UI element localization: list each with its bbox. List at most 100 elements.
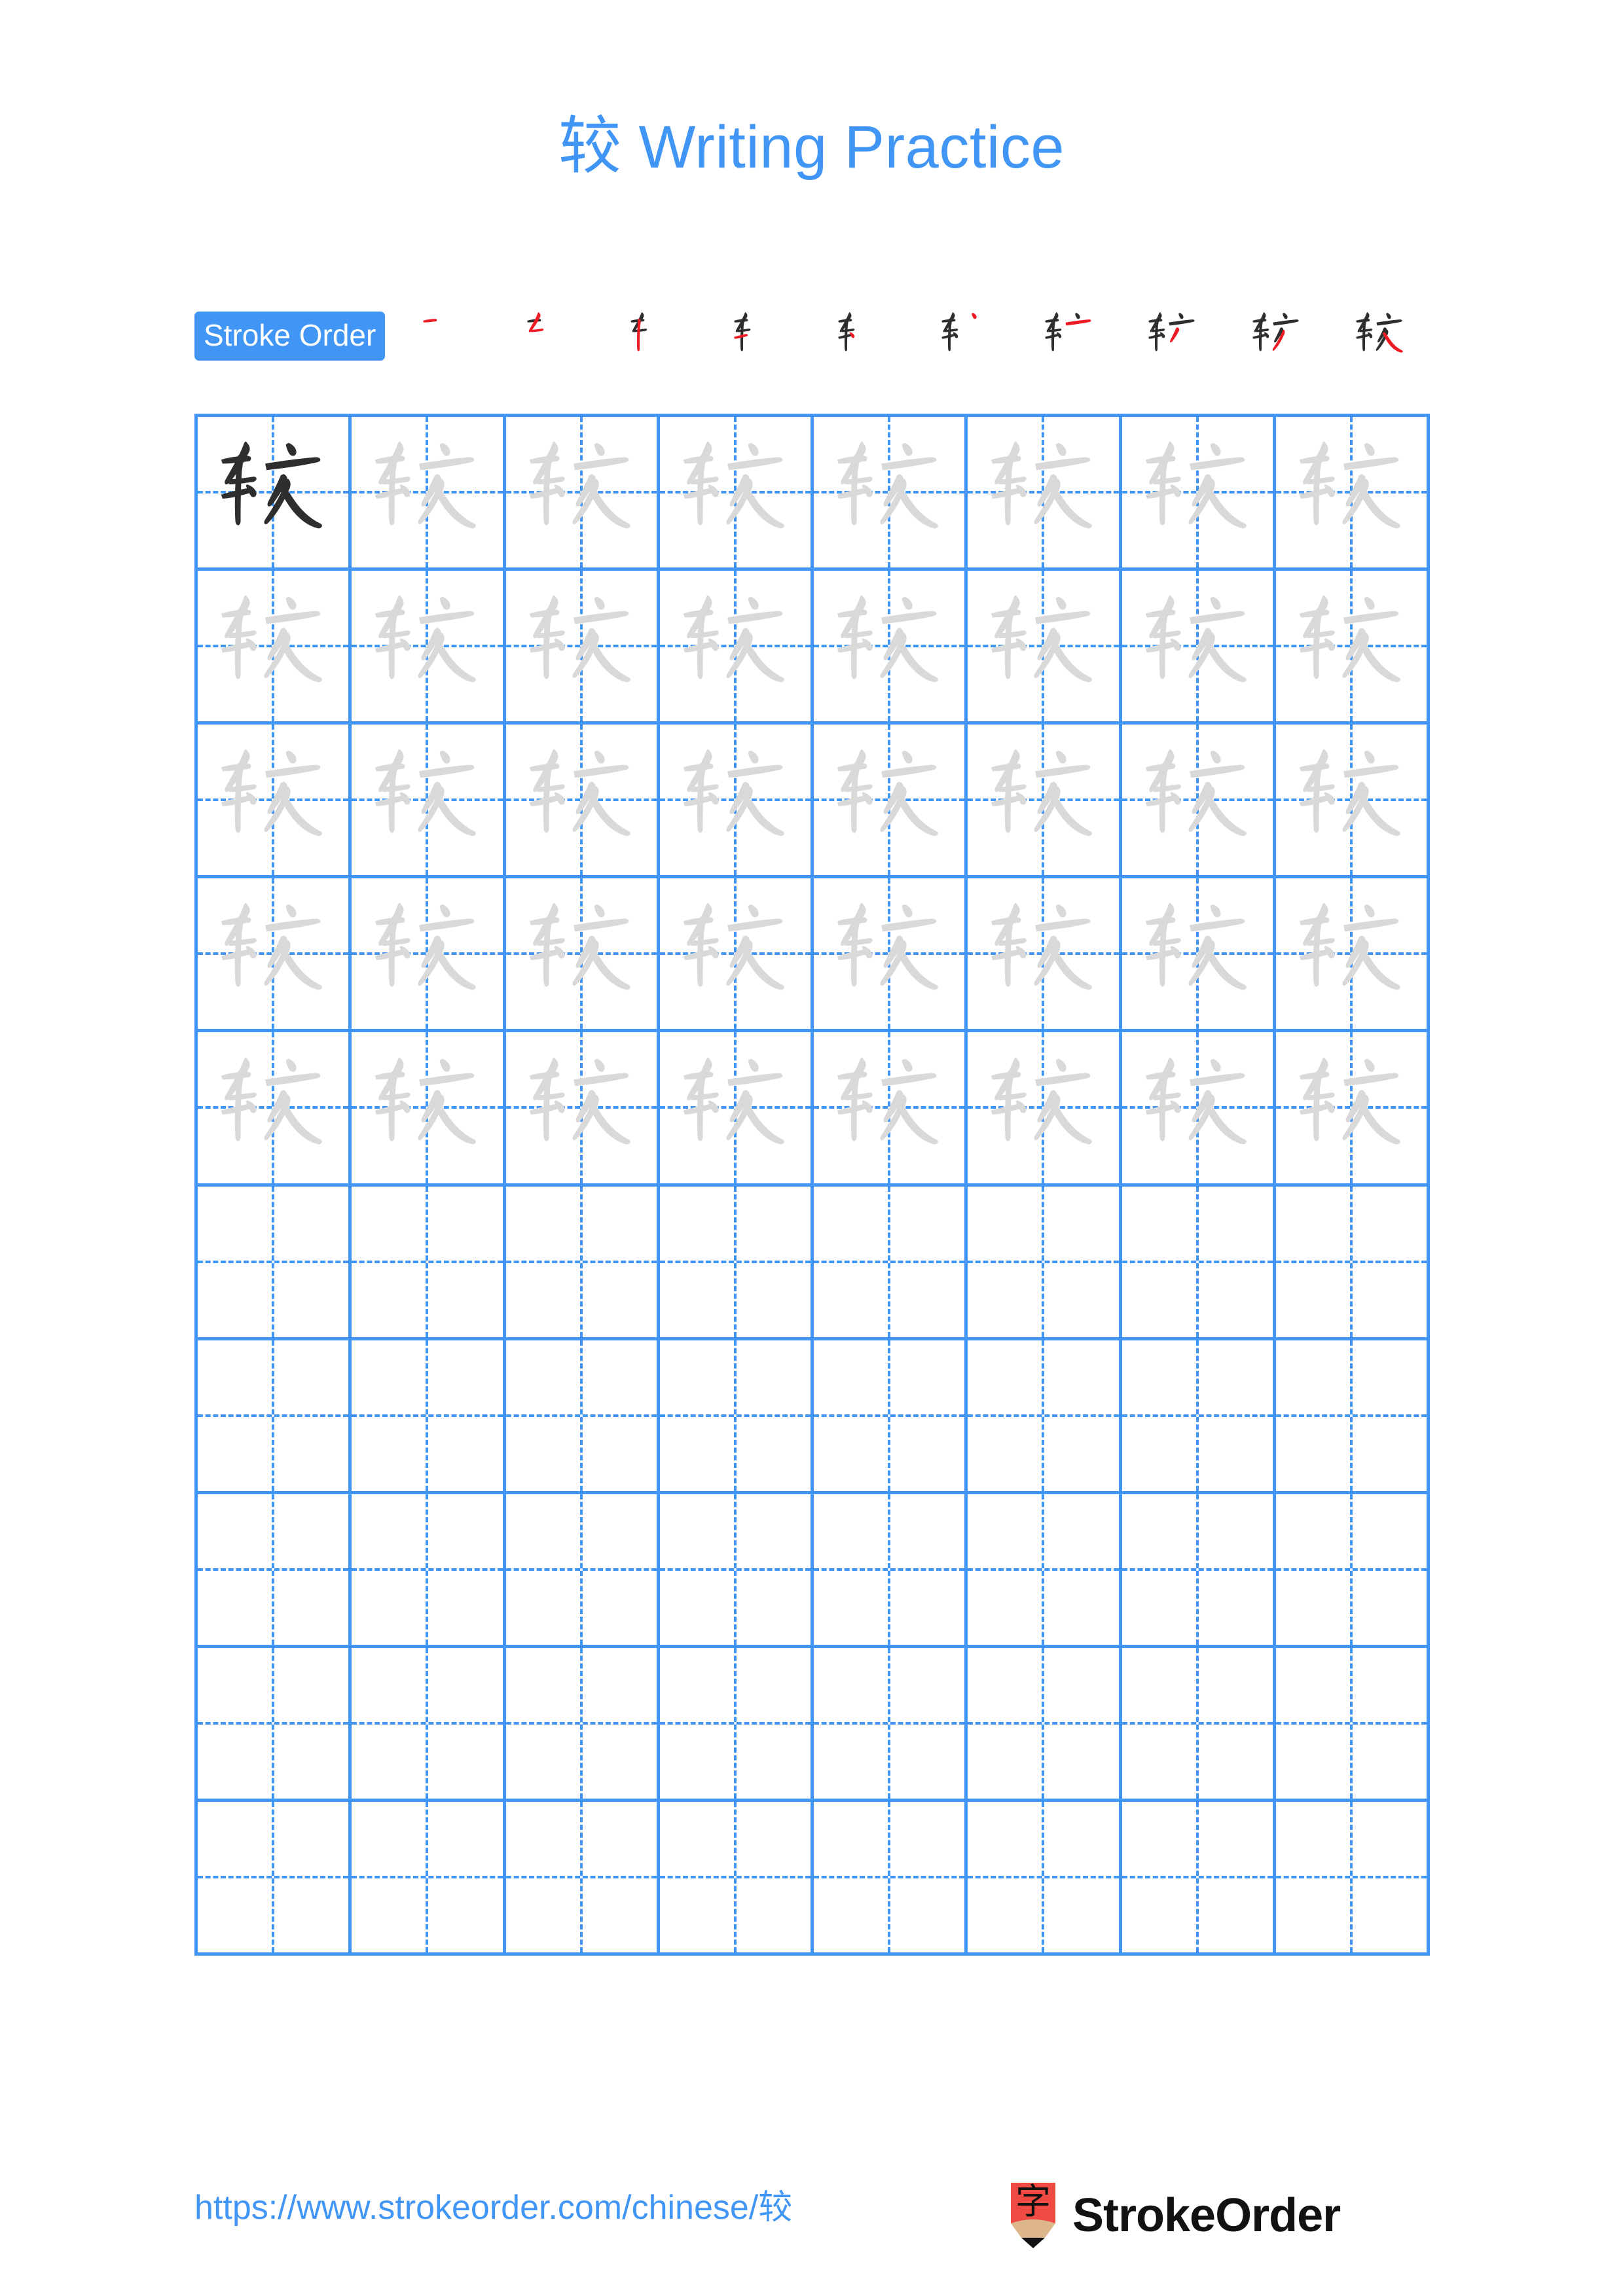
practice-cell[interactable] <box>659 1186 814 1340</box>
practice-cell[interactable] <box>1122 1340 1276 1494</box>
practice-cell[interactable] <box>1122 725 1276 879</box>
practice-cell[interactable] <box>1275 417 1430 571</box>
practice-cell[interactable] <box>1122 1647 1276 1802</box>
practice-cell[interactable] <box>352 1340 506 1494</box>
practice-cell[interactable] <box>1122 417 1276 571</box>
practice-cell[interactable] <box>352 1186 506 1340</box>
brand-logo[interactable]: 字 StrokeOrder <box>1008 2179 1341 2251</box>
practice-cell[interactable] <box>1275 1186 1430 1340</box>
practice-cell[interactable] <box>198 878 352 1033</box>
practice-cell[interactable] <box>1122 1801 1276 1956</box>
practice-cell[interactable] <box>198 1647 352 1802</box>
practice-cell[interactable] <box>968 1032 1122 1187</box>
practice-cell[interactable] <box>968 1340 1122 1494</box>
practice-cell[interactable] <box>814 571 968 725</box>
practice-cell[interactable] <box>352 417 506 571</box>
footer: https://www.strokeorder.com/chinese/较 字 … <box>0 2179 1623 2265</box>
practice-cell[interactable] <box>1275 878 1430 1033</box>
practice-cell[interactable] <box>1275 1494 1430 1648</box>
practice-cell[interactable] <box>968 1801 1122 1956</box>
practice-cell[interactable] <box>814 1340 968 1494</box>
trace-character <box>1276 878 1427 1029</box>
trace-character <box>506 417 657 567</box>
practice-cell[interactable] <box>352 1801 506 1956</box>
practice-cell[interactable] <box>1275 1032 1430 1187</box>
practice-cell[interactable] <box>1122 1494 1276 1648</box>
trace-character <box>1276 725 1427 875</box>
trace-character <box>506 571 657 721</box>
practice-cell[interactable] <box>968 725 1122 879</box>
practice-cell[interactable] <box>505 1340 660 1494</box>
practice-cell[interactable] <box>352 1032 506 1187</box>
practice-cell[interactable] <box>505 1801 660 1956</box>
practice-cell[interactable] <box>659 1340 814 1494</box>
practice-cell[interactable] <box>814 878 968 1033</box>
practice-cell[interactable] <box>352 1647 506 1802</box>
practice-cell[interactable] <box>198 1186 352 1340</box>
practice-cell[interactable] <box>505 878 660 1033</box>
trace-character <box>506 725 657 875</box>
trace-character <box>198 725 348 875</box>
practice-cell[interactable] <box>352 571 506 725</box>
practice-cell[interactable] <box>505 1186 660 1340</box>
practice-cell[interactable] <box>505 417 660 571</box>
practice-cell[interactable] <box>505 571 660 725</box>
practice-cell[interactable] <box>968 417 1122 571</box>
practice-cell[interactable] <box>505 1647 660 1802</box>
trace-character <box>506 1032 657 1183</box>
practice-cell[interactable] <box>1122 878 1276 1033</box>
stroke-order-badge: Stroke Order <box>194 311 386 361</box>
practice-cell[interactable] <box>814 417 968 571</box>
trace-character <box>968 1032 1118 1183</box>
practice-cell[interactable] <box>659 1494 814 1648</box>
practice-cell[interactable] <box>814 1186 968 1340</box>
trace-character <box>506 878 657 1029</box>
practice-cell[interactable] <box>968 1186 1122 1340</box>
practice-cell[interactable] <box>659 571 814 725</box>
practice-cell[interactable] <box>352 725 506 879</box>
practice-cell[interactable] <box>505 725 660 879</box>
practice-cell[interactable] <box>968 878 1122 1033</box>
trace-character <box>814 417 964 567</box>
practice-cell[interactable] <box>198 1032 352 1187</box>
trace-character <box>814 878 964 1029</box>
practice-cell[interactable] <box>814 1801 968 1956</box>
practice-cell[interactable] <box>1275 1647 1430 1802</box>
practice-cell[interactable] <box>198 1494 352 1648</box>
practice-cell[interactable] <box>1122 571 1276 725</box>
practice-cell[interactable] <box>659 1647 814 1802</box>
practice-cell[interactable] <box>1122 1032 1276 1187</box>
practice-cell[interactable] <box>814 1647 968 1802</box>
practice-cell[interactable] <box>814 1032 968 1187</box>
practice-cell[interactable] <box>352 878 506 1033</box>
practice-cell[interactable] <box>1275 725 1430 879</box>
practice-cell[interactable] <box>968 571 1122 725</box>
trace-character <box>660 1032 811 1183</box>
practice-cell[interactable] <box>968 1494 1122 1648</box>
practice-cell[interactable] <box>814 725 968 879</box>
practice-cell[interactable] <box>1275 571 1430 725</box>
practice-cell[interactable] <box>198 571 352 725</box>
practice-cell[interactable] <box>814 1494 968 1648</box>
practice-cell[interactable] <box>198 1340 352 1494</box>
source-url-link[interactable]: https://www.strokeorder.com/chinese/较 <box>194 2187 792 2228</box>
practice-cell[interactable] <box>659 1801 814 1956</box>
practice-cell[interactable] <box>659 725 814 879</box>
practice-cell[interactable] <box>198 725 352 879</box>
trace-character <box>198 1032 348 1183</box>
practice-cell[interactable] <box>198 1801 352 1956</box>
stroke-step-5 <box>810 308 913 364</box>
practice-cell[interactable] <box>659 878 814 1033</box>
practice-cell[interactable] <box>505 1494 660 1648</box>
practice-cell[interactable] <box>968 1647 1122 1802</box>
trace-character <box>352 725 502 875</box>
practice-cell[interactable] <box>1275 1340 1430 1494</box>
practice-cell[interactable] <box>1122 1186 1276 1340</box>
practice-cell-example[interactable] <box>198 417 352 571</box>
practice-cell[interactable] <box>352 1494 506 1648</box>
trace-character <box>968 571 1118 721</box>
practice-cell[interactable] <box>505 1032 660 1187</box>
practice-cell[interactable] <box>659 417 814 571</box>
practice-cell[interactable] <box>1275 1801 1430 1956</box>
practice-cell[interactable] <box>659 1032 814 1187</box>
